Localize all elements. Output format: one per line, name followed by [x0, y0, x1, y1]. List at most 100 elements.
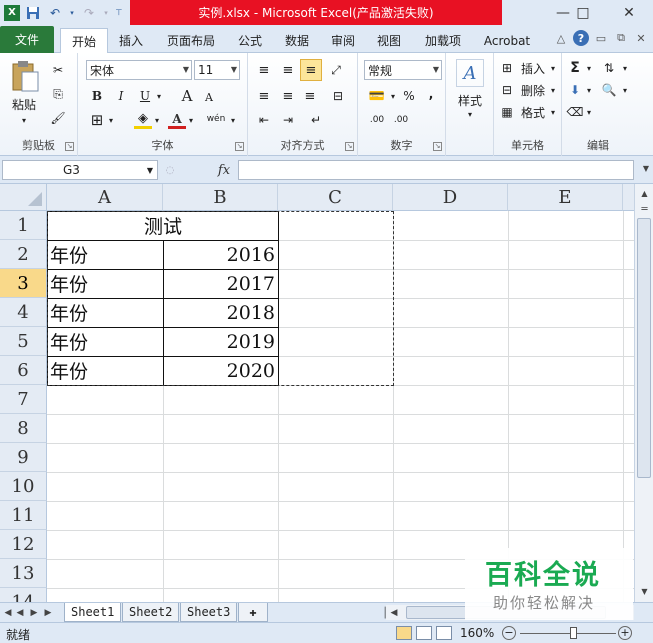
clear-dropdown-icon[interactable]: ▾	[584, 105, 594, 119]
normal-view-icon[interactable]	[396, 626, 412, 640]
formula-bar-grip-icon[interactable]: ◌	[162, 162, 178, 178]
fill-dropdown-icon[interactable]: ▾	[584, 83, 594, 97]
autosum-button[interactable]: Σ	[566, 59, 584, 77]
tab-review[interactable]: 审阅	[324, 28, 362, 53]
close-workbook-icon[interactable]: ✕	[633, 30, 649, 46]
align-center-icon[interactable]: ≡	[278, 87, 298, 105]
restore-window-icon[interactable]: ▭	[593, 30, 609, 46]
borders-icon[interactable]: ⊞	[88, 111, 106, 129]
phonetic-dropdown-icon[interactable]: ▾	[228, 113, 238, 127]
autosum-dropdown-icon[interactable]: ▾	[584, 61, 594, 75]
expand-formula-bar-icon[interactable]: ▼	[643, 164, 649, 173]
vertical-scroll-thumb[interactable]	[637, 218, 651, 478]
insert-sheet-icon[interactable]: ✚	[238, 603, 268, 622]
align-right-icon[interactable]: ≡	[300, 87, 320, 105]
orientation-icon[interactable]: ⤢	[326, 61, 346, 79]
tab-data[interactable]: 数据	[278, 28, 316, 53]
align-bottom-icon[interactable]: ≡	[300, 59, 322, 81]
tab-home[interactable]: 开始	[60, 28, 108, 54]
row-header-9[interactable]: 9	[0, 443, 47, 472]
insert-dropdown-icon[interactable]: ▾	[548, 61, 558, 75]
row-header-3[interactable]: 3	[0, 269, 47, 298]
column-header-e[interactable]: E	[508, 184, 623, 211]
row-header-1[interactable]: 1	[0, 211, 47, 240]
sort-filter-icon[interactable]: ⇅	[598, 59, 620, 77]
next-sheet-icon[interactable]: ▶	[28, 606, 40, 620]
tab-formulas[interactable]: 公式	[230, 28, 270, 53]
undo-icon[interactable]: ↶	[46, 4, 64, 22]
copy-icon[interactable]: ⎘	[48, 85, 68, 103]
tab-view[interactable]: 视图	[370, 28, 408, 53]
align-middle-icon[interactable]: ≡	[278, 61, 298, 79]
increase-indent-icon[interactable]: ⇥	[278, 111, 298, 129]
row-header-13[interactable]: 13	[0, 559, 47, 588]
align-top-icon[interactable]: ≡	[254, 61, 274, 79]
row-header-5[interactable]: 5	[0, 327, 47, 356]
collapse-ribbon-icon[interactable]: △	[553, 30, 569, 46]
cut-icon[interactable]: ✂	[48, 61, 68, 79]
grow-font-button[interactable]: A	[178, 87, 196, 105]
customize-qat-icon[interactable]: ⊤	[114, 4, 124, 22]
percent-button[interactable]: %	[400, 87, 418, 105]
bold-button[interactable]: B	[88, 87, 106, 105]
page-break-view-icon[interactable]	[436, 626, 452, 640]
scroll-up-icon[interactable]: ▲	[637, 186, 652, 201]
find-select-icon[interactable]: 🔍	[598, 81, 620, 99]
insert-cells-button[interactable]: 插入	[516, 59, 550, 77]
row-header-8[interactable]: 8	[0, 414, 47, 443]
excel-logo-icon[interactable]: X	[4, 4, 20, 21]
font-size-combo[interactable]: 11 ▼	[194, 60, 240, 80]
vertical-scrollbar[interactable]: ▲ ═ ▼	[634, 184, 653, 602]
row-header-10[interactable]: 10	[0, 472, 47, 501]
paste-icon[interactable]	[8, 59, 42, 93]
format-cells-button[interactable]: 格式	[516, 103, 550, 121]
styles-icon[interactable]: A	[456, 59, 484, 87]
delete-dropdown-icon[interactable]: ▾	[548, 83, 558, 97]
accounting-dropdown-icon[interactable]: ▾	[388, 89, 398, 103]
column-header-a[interactable]: A	[47, 184, 163, 211]
font-name-combo[interactable]: 宋体 ▼	[86, 60, 192, 80]
restore-down-icon[interactable]: ⧉	[613, 30, 629, 46]
close-button[interactable]: ✕	[611, 0, 647, 25]
comma-button[interactable]: ,	[422, 85, 440, 103]
format-dropdown-icon[interactable]: ▾	[548, 105, 558, 119]
scroll-down-icon[interactable]: ▼	[637, 584, 652, 599]
merge-center-icon[interactable]: ⊟	[326, 87, 350, 105]
row-header-2[interactable]: 2	[0, 240, 47, 269]
shrink-font-button[interactable]: A	[200, 89, 218, 105]
borders-dropdown-icon[interactable]: ▾	[106, 113, 116, 127]
row-header-14[interactable]: 14	[0, 588, 47, 602]
formula-input[interactable]	[238, 160, 634, 180]
clipboard-launcher-icon[interactable]: ↘	[65, 142, 74, 151]
name-box[interactable]: G3 ▼	[2, 160, 158, 180]
column-header-c[interactable]: C	[278, 184, 393, 211]
maximize-button[interactable]: □	[565, 0, 601, 25]
sheet-tab-3[interactable]: Sheet3	[180, 603, 238, 622]
sort-filter-dropdown-icon[interactable]: ▾	[620, 61, 630, 75]
zoom-level[interactable]: 160%	[460, 626, 494, 640]
redo-dropdown-icon[interactable]: ▾	[102, 4, 110, 22]
insert-function-button[interactable]: fx	[212, 160, 236, 180]
first-sheet-icon[interactable]: ◀	[2, 606, 14, 620]
row-header-4[interactable]: 4	[0, 298, 47, 327]
insert-cells-icon[interactable]: ⊞	[498, 59, 516, 77]
help-icon[interactable]: ?	[573, 30, 589, 46]
split-box-icon[interactable]: ═	[637, 202, 652, 217]
sheet-tab-2[interactable]: Sheet2	[122, 603, 180, 622]
number-launcher-icon[interactable]: ↘	[433, 142, 442, 151]
accounting-format-icon[interactable]: 💳	[366, 87, 388, 105]
paste-button[interactable]: 粘贴	[4, 95, 44, 113]
tab-insert[interactable]: 插入	[112, 28, 150, 53]
phonetic-guide-button[interactable]: wén	[204, 109, 228, 129]
format-cells-icon[interactable]: ▦	[498, 103, 516, 121]
delete-cells-icon[interactable]: ⊟	[498, 81, 516, 99]
increase-decimal-button[interactable]: .00	[366, 111, 388, 129]
prev-sheet-icon[interactable]: ◀	[14, 606, 26, 620]
fill-color-icon[interactable]: ◈	[134, 111, 152, 129]
fill-color-dropdown-icon[interactable]: ▾	[152, 113, 162, 127]
column-header-b[interactable]: B	[163, 184, 278, 211]
styles-button[interactable]: 样式	[450, 91, 490, 109]
font-color-icon[interactable]: A	[168, 111, 186, 129]
clear-icon[interactable]: ⌫	[566, 103, 584, 121]
tab-acrobat[interactable]: Acrobat	[476, 28, 538, 53]
